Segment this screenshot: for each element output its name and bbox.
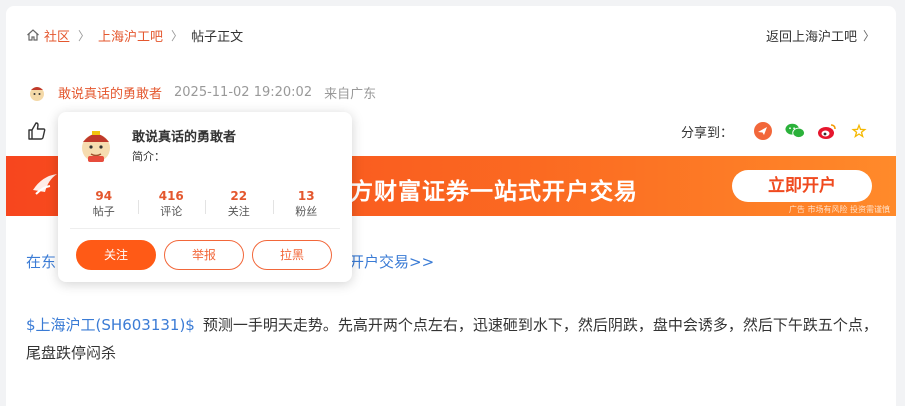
author-avatar[interactable]	[28, 84, 46, 102]
popover-actions: 关注 举报 拉黑	[76, 240, 340, 270]
chevron-right-icon: 〉	[862, 29, 875, 43]
back-label: 返回上海沪工吧	[765, 30, 857, 45]
banner-title: 东方财富证券一站式开户交易	[326, 179, 638, 205]
stat-following[interactable]: 22 关注	[205, 188, 273, 220]
chevron-right-icon: 〉	[78, 28, 91, 43]
breadcrumb-current: 帖子正文	[191, 29, 244, 45]
stat-posts[interactable]: 94 帖子	[70, 188, 138, 220]
breadcrumb: 社区 〉 上海沪工吧 〉 帖子正文	[26, 26, 244, 45]
report-button[interactable]: 举报	[164, 240, 244, 270]
back-to-forum-link[interactable]: 返回上海沪工吧 〉	[766, 26, 875, 45]
post-meta: 敢说真话的勇敢者 2025-11-02 19:20:02 来自广东	[28, 83, 376, 102]
share-bar: 分享到：	[681, 121, 869, 141]
popover-username: 敢说真话的勇敢者	[132, 130, 237, 145]
stat-label: 评论	[160, 205, 183, 218]
user-profile-popover: 敢说真话的勇敢者 简介： 94 帖子 416 评论 22 关注 13 粉丝 关注…	[58, 112, 352, 282]
thumbs-up-icon[interactable]	[27, 121, 47, 141]
stat-label: 关注	[227, 205, 250, 218]
post-time: 2025-11-02 19:20:02	[174, 85, 313, 100]
stat-comments[interactable]: 416 评论	[137, 188, 206, 220]
home-icon	[27, 29, 39, 41]
stat-number: 13	[297, 189, 315, 203]
stat-number: 22	[230, 189, 248, 203]
chevron-right-icon: 〉	[171, 28, 184, 43]
stock-link[interactable]: $上海沪工(SH603131)$	[26, 316, 195, 334]
breadcrumb-home[interactable]: 社区	[44, 26, 70, 45]
follow-button[interactable]: 关注	[76, 240, 156, 270]
avatar[interactable]	[78, 128, 114, 164]
stat-number: 416	[158, 189, 184, 203]
stat-label: 粉丝	[295, 205, 318, 218]
share-app-icon[interactable]	[753, 121, 773, 141]
star-icon[interactable]	[849, 121, 869, 141]
breadcrumb-forum[interactable]: 上海沪工吧	[98, 26, 163, 45]
ad-disclaimer: 广告 市场有风险 投资需谨慎	[788, 205, 890, 214]
block-button[interactable]: 拉黑	[252, 240, 332, 270]
share-label: 分享到：	[680, 125, 733, 141]
user-stats: 94 帖子 416 评论 22 关注 13 粉丝	[70, 188, 340, 220]
stat-followers[interactable]: 13 粉丝	[272, 188, 341, 220]
post-location: 来自广东	[324, 87, 377, 102]
stat-label: 帖子	[92, 205, 115, 218]
stat-number: 94	[95, 189, 113, 203]
author-name[interactable]: 敢说真话的勇敢者	[58, 83, 162, 102]
open-account-button[interactable]: 立即开户	[732, 170, 872, 202]
divider	[70, 228, 340, 229]
wechat-icon[interactable]	[785, 121, 805, 141]
popover-intro: 简介：	[132, 150, 165, 163]
promo-text-left: 在东	[26, 253, 57, 271]
post-content: $上海沪工(SH603131)$ 预测一手明天走势。先高开两个点左右，迅速砸到水下…	[26, 311, 881, 367]
weibo-icon[interactable]	[817, 121, 837, 141]
brand-logo-icon	[33, 174, 57, 195]
